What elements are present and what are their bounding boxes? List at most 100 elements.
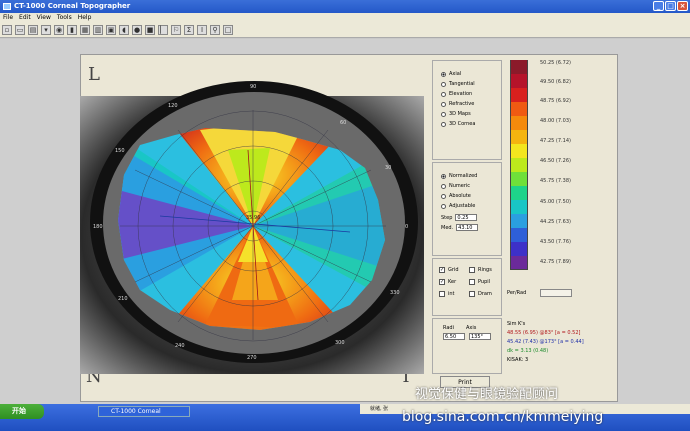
scale-mm: (7.50) xyxy=(555,199,571,205)
scale-entry-7: 45.00 (7.50) xyxy=(540,199,571,205)
med-label: Med. xyxy=(441,224,454,231)
dram-checkbox[interactable]: Dram xyxy=(469,291,499,297)
scale-swatch xyxy=(510,186,528,200)
ker-checkbox[interactable]: ✓ Ker xyxy=(439,279,469,285)
radio-tangential[interactable]: Tangential xyxy=(441,79,501,89)
step-input[interactable]: 0.25 xyxy=(455,214,478,221)
overlay-panel: ✓ Grid Rings ✓ Ker Pupil int Dram xyxy=(432,258,502,316)
scale-swatch xyxy=(510,130,528,144)
scale-mm: (7.03) xyxy=(555,118,571,124)
radio-absolute-label: Absolute xyxy=(449,193,471,199)
radio-tangential-label: Tangential xyxy=(449,81,475,87)
scale-entry-9: 43.50 (7.76) xyxy=(540,239,571,245)
pupil-checkbox[interactable]: Pupil xyxy=(469,279,499,285)
scale-diopter: 45.00 xyxy=(540,199,555,205)
scale-entry-0: 50.25 (6.72) xyxy=(540,60,571,66)
scale-entry-2: 48.75 (6.92) xyxy=(540,98,571,104)
scale-swatch xyxy=(510,242,528,256)
scale-swatch xyxy=(510,256,528,270)
sim-k-panel: Sim K's 48.55 (6.95) @83° [a = 0.52] 45.… xyxy=(507,320,584,365)
axis-label-330: 330 xyxy=(390,290,400,296)
radio-elevation[interactable]: Elevation xyxy=(441,89,501,99)
axis-label-0: 0 xyxy=(405,224,409,230)
pupil-checkbox-label: Pupil xyxy=(478,279,491,285)
radio-axial[interactable]: Axial xyxy=(441,69,501,79)
scale-diopter: 44.25 xyxy=(540,219,555,225)
sim-k-title: Sim K's xyxy=(507,321,526,327)
step-label: Step xyxy=(441,214,453,221)
color-scale xyxy=(510,60,528,270)
scale-mm: (7.89) xyxy=(555,259,571,265)
radio-3d-maps[interactable]: 3D Maps xyxy=(441,109,501,119)
med-row: Med. 43.10 xyxy=(441,224,501,231)
topography-map[interactable] xyxy=(0,0,690,431)
grid-checkbox[interactable]: ✓ Grid xyxy=(439,267,469,273)
scale-diopter: 45.75 xyxy=(540,178,555,184)
radio-3d-maps-label: 3D Maps xyxy=(449,111,471,117)
axis-label-300: 300 xyxy=(335,340,345,346)
axis-input[interactable]: 135° xyxy=(469,333,491,340)
radi-axis-panel: Radi Axis 6.50 135° xyxy=(432,318,502,374)
ker-checkbox-label: Ker xyxy=(448,279,457,285)
axis-label-150: 150 xyxy=(115,148,125,154)
radio-normalized[interactable]: Normalized xyxy=(441,171,501,181)
scale-swatch xyxy=(510,158,528,172)
scale-entry-4: 47.25 (7.14) xyxy=(540,138,571,144)
sim-k-steep-asphericity: [a = 0.52] xyxy=(554,330,581,336)
radio-refractive-label: Refractive xyxy=(449,101,475,107)
scale-entry-10: 42.75 (7.89) xyxy=(540,259,571,265)
scale-swatch xyxy=(510,228,528,242)
scale-entry-5: 46.50 (7.26) xyxy=(540,158,571,164)
radio-adjustable[interactable]: Adjustable xyxy=(441,201,501,211)
scale-swatch xyxy=(510,60,528,74)
scale-diopter: 46.50 xyxy=(540,158,555,164)
radio-3d-cornea-label: 3D Cornea xyxy=(449,121,476,127)
scale-mm: (7.76) xyxy=(555,239,571,245)
radio-adjustable-label: Adjustable xyxy=(449,203,476,209)
scale-swatch xyxy=(510,200,528,214)
radi-input[interactable]: 6.50 xyxy=(443,333,465,340)
radi-label: Radi xyxy=(443,325,454,331)
step-row: Step 0.25 xyxy=(441,214,501,221)
sim-k-kisak: KISAK: 3 xyxy=(507,357,529,363)
med-input[interactable]: 43.10 xyxy=(456,224,479,231)
watermark-title: 视觉保健与眼镜验配顾问 xyxy=(415,387,559,402)
scale-type-panel: Normalized Numeric Absolute Adjustable S… xyxy=(432,162,502,256)
scale-mm: (7.38) xyxy=(555,178,571,184)
map-type-panel: Axial Tangential Elevation Refractive 3D… xyxy=(432,60,502,160)
sim-k-steep: 48.55 (6.95) @83° [a = 0.52] xyxy=(507,329,584,338)
rings-checkbox-label: Rings xyxy=(478,267,492,273)
scale-entry-8: 44.25 (7.63) xyxy=(540,219,571,225)
sim-k-steep-value: 48.55 (6.95) @83° xyxy=(507,330,554,336)
radio-axial-label: Axial xyxy=(449,71,462,77)
scale-diopter: 43.50 xyxy=(540,239,555,245)
scale-mm: (6.82) xyxy=(555,79,571,85)
radio-3d-cornea[interactable]: 3D Cornea xyxy=(441,119,501,129)
scale-entry-1: 49.50 (6.82) xyxy=(540,79,571,85)
per-rad-field[interactable] xyxy=(540,289,572,297)
radio-numeric-label: Numeric xyxy=(449,183,471,189)
radio-normalized-label: Normalized xyxy=(449,173,478,179)
radio-refractive[interactable]: Refractive xyxy=(441,99,501,109)
dram-checkbox-label: Dram xyxy=(478,291,492,297)
axis-label-240: 240 xyxy=(175,343,185,349)
scale-diopter: 47.25 xyxy=(540,138,555,144)
scale-swatch xyxy=(510,102,528,116)
int-checkbox-label: int xyxy=(448,291,455,297)
radio-absolute[interactable]: Absolute xyxy=(441,191,501,201)
start-button[interactable]: 开始 xyxy=(0,404,44,419)
int-checkbox[interactable]: int xyxy=(439,291,469,297)
scale-mm: (7.63) xyxy=(555,219,571,225)
scale-swatch xyxy=(510,214,528,228)
scale-mm: (6.72) xyxy=(555,60,571,66)
axis-label-60: 60 xyxy=(340,120,347,126)
scale-swatch xyxy=(510,172,528,186)
taskbar-item-ct1000[interactable]: CT-1000 Corneal xyxy=(98,406,190,417)
axis-label: Axis xyxy=(466,325,477,331)
sim-k-flat-value: 45.42 (7.43) @173° xyxy=(507,339,557,345)
scale-mm: (7.26) xyxy=(555,158,571,164)
rings-checkbox[interactable]: Rings xyxy=(469,267,499,273)
sim-k-flat-asphericity: [a = 0.44] xyxy=(558,339,584,345)
radio-numeric[interactable]: Numeric xyxy=(441,181,501,191)
sim-k-flat: 45.42 (7.43) @173° [a = 0.44] xyxy=(507,338,584,347)
